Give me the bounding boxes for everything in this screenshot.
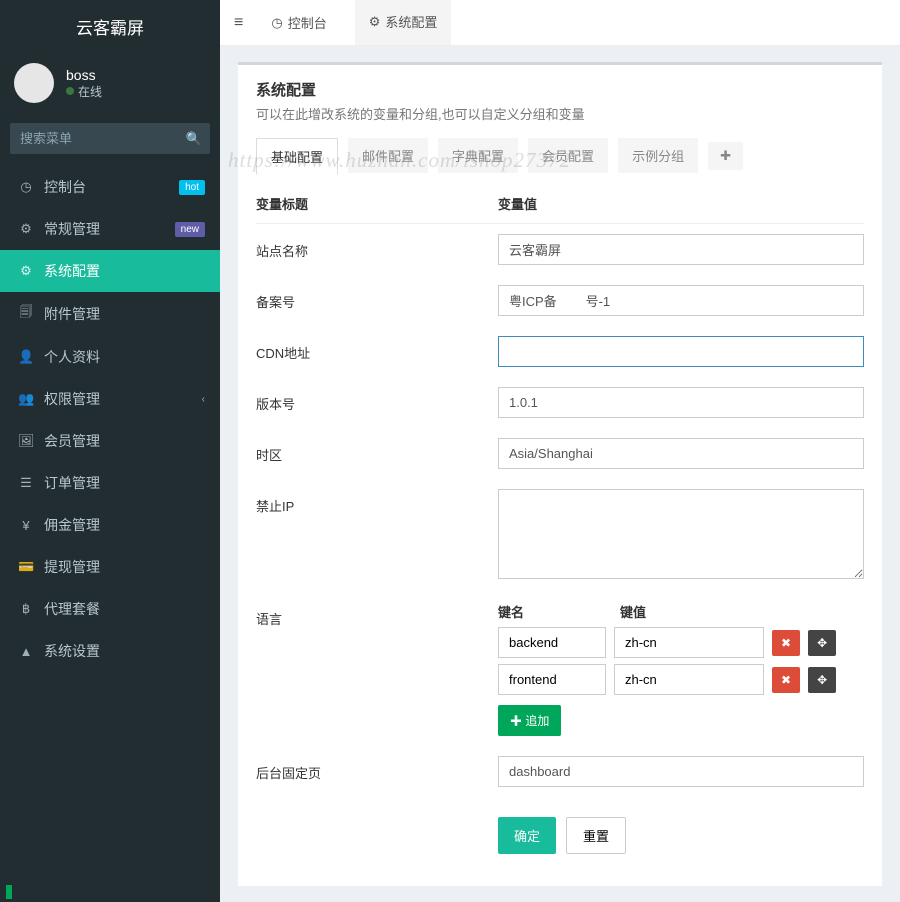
version-input[interactable]: [498, 387, 864, 418]
reset-button[interactable]: 重置: [566, 817, 626, 854]
submit-button[interactable]: 确定: [498, 817, 556, 854]
banip-label: 禁止IP: [256, 489, 498, 515]
config-panel: 系统配置 可以在此增改系统的变量和分组,也可以自定义分组和变量 基础配置邮件配置…: [238, 62, 882, 886]
nav-icon: ⚙: [18, 221, 34, 237]
dashboard-icon: ◷: [271, 15, 282, 31]
add-row-button[interactable]: ✚ 追加: [498, 705, 561, 736]
config-tab-3[interactable]: 会员配置: [528, 138, 608, 173]
fixed-input[interactable]: [498, 756, 864, 787]
beian-label: 备案号: [256, 285, 498, 311]
nav-item-10[interactable]: ฿代理套餐: [0, 588, 220, 630]
nav-item-11[interactable]: ▲系统设置: [0, 630, 220, 672]
config-tab-4[interactable]: 示例分组: [618, 138, 698, 173]
config-tab-0[interactable]: 基础配置: [256, 138, 338, 175]
main: ≡ ◷ 控制台 ⚙ 系统配置 系统配置 可以在此增改系统的变量和分组,也可以自定…: [220, 0, 900, 902]
nav-item-3[interactable]: 🗐附件管理: [0, 292, 220, 336]
cdn-label: CDN地址: [256, 336, 498, 362]
gear-icon: ⚙: [369, 14, 381, 30]
search-input[interactable]: [10, 123, 210, 154]
nav-icon: 👤: [18, 349, 34, 365]
status-dot-icon: [66, 87, 74, 95]
nav-icon: ▲: [18, 644, 34, 659]
topbar: ≡ ◷ 控制台 ⚙ 系统配置: [220, 0, 900, 46]
nav-item-2[interactable]: ⚙系统配置: [0, 250, 220, 292]
nav-icon: ¥: [18, 518, 34, 533]
top-tab-dashboard[interactable]: ◷ 控制台: [257, 1, 340, 44]
version-label: 版本号: [256, 387, 498, 413]
nav-list: ◷控制台hot⚙常规管理new⚙系统配置🗐附件管理👤个人资料👥权限管理‹🖼会员管…: [0, 166, 220, 672]
config-tabs: 基础配置邮件配置字典配置会员配置示例分组 ✚: [256, 137, 864, 174]
content: 系统配置 可以在此增改系统的变量和分组,也可以自定义分组和变量 基础配置邮件配置…: [220, 46, 900, 902]
nav-item-9[interactable]: 💳提现管理: [0, 546, 220, 588]
top-tab-sysconfig[interactable]: ⚙ 系统配置: [355, 0, 452, 45]
fixed-label: 后台固定页: [256, 756, 498, 782]
user-status: 在线: [66, 83, 102, 100]
banip-textarea[interactable]: [498, 489, 864, 579]
panel-title: 系统配置: [256, 79, 864, 100]
nav-badge: new: [175, 222, 205, 237]
delete-row-button[interactable]: ✖: [772, 667, 800, 693]
add-tab-button[interactable]: ✚: [708, 142, 743, 170]
lang-key-0[interactable]: [498, 627, 606, 658]
nav-icon: ฿: [18, 601, 34, 617]
config-tab-2[interactable]: 字典配置: [438, 138, 518, 173]
hamburger-icon[interactable]: ≡: [234, 14, 243, 32]
nav-icon: 🗐: [18, 303, 34, 325]
lang-val-1[interactable]: [614, 664, 764, 695]
tz-label: 时区: [256, 438, 498, 464]
move-row-button[interactable]: ✥: [808, 630, 836, 656]
avatar: [14, 63, 54, 103]
nav-icon: 💳: [18, 559, 34, 575]
nav-badge: hot: [179, 180, 205, 195]
nav-item-6[interactable]: 🖼会员管理: [0, 420, 220, 462]
nav-item-5[interactable]: 👥权限管理‹: [0, 378, 220, 420]
nav-icon: ☰: [18, 475, 34, 491]
site-name-label: 站点名称: [256, 234, 498, 260]
cdn-input[interactable]: [498, 336, 864, 367]
sidebar: 云客霸屏 boss 在线 🔍 ◷控制台hot⚙常规管理new⚙系统配置🗐附件管理…: [0, 0, 220, 902]
brand-title: 云客霸屏: [0, 0, 220, 53]
tz-input[interactable]: [498, 438, 864, 469]
config-tab-1[interactable]: 邮件配置: [348, 138, 428, 173]
nav-item-8[interactable]: ¥佣金管理: [0, 504, 220, 546]
nav-item-1[interactable]: ⚙常规管理new: [0, 208, 220, 250]
panel-desc: 可以在此增改系统的变量和分组,也可以自定义分组和变量: [256, 104, 864, 123]
user-panel: boss 在线: [0, 53, 220, 117]
chevron-left-icon: ‹: [202, 394, 205, 405]
nav-item-4[interactable]: 👤个人资料: [0, 336, 220, 378]
nav-icon: ⚙: [18, 263, 34, 279]
nav-item-7[interactable]: ☰订单管理: [0, 462, 220, 504]
nav-icon: 🖼: [18, 433, 34, 449]
move-row-button[interactable]: ✥: [808, 667, 836, 693]
site-name-input[interactable]: [498, 234, 864, 265]
nav-icon: 👥: [18, 391, 34, 407]
bottom-bar: [0, 882, 220, 902]
status-cube-icon: [6, 885, 12, 899]
nav-icon: ◷: [18, 179, 34, 195]
username: boss: [66, 67, 102, 83]
lang-val-0[interactable]: [614, 627, 764, 658]
beian-input[interactable]: [498, 285, 864, 316]
lang-label: 语言: [256, 602, 498, 628]
delete-row-button[interactable]: ✖: [772, 630, 800, 656]
lang-key-1[interactable]: [498, 664, 606, 695]
nav-item-0[interactable]: ◷控制台hot: [0, 166, 220, 208]
search-icon[interactable]: 🔍: [186, 131, 202, 147]
sidebar-search: 🔍: [10, 123, 210, 154]
form-header: 变量标题 变量值: [256, 188, 864, 224]
